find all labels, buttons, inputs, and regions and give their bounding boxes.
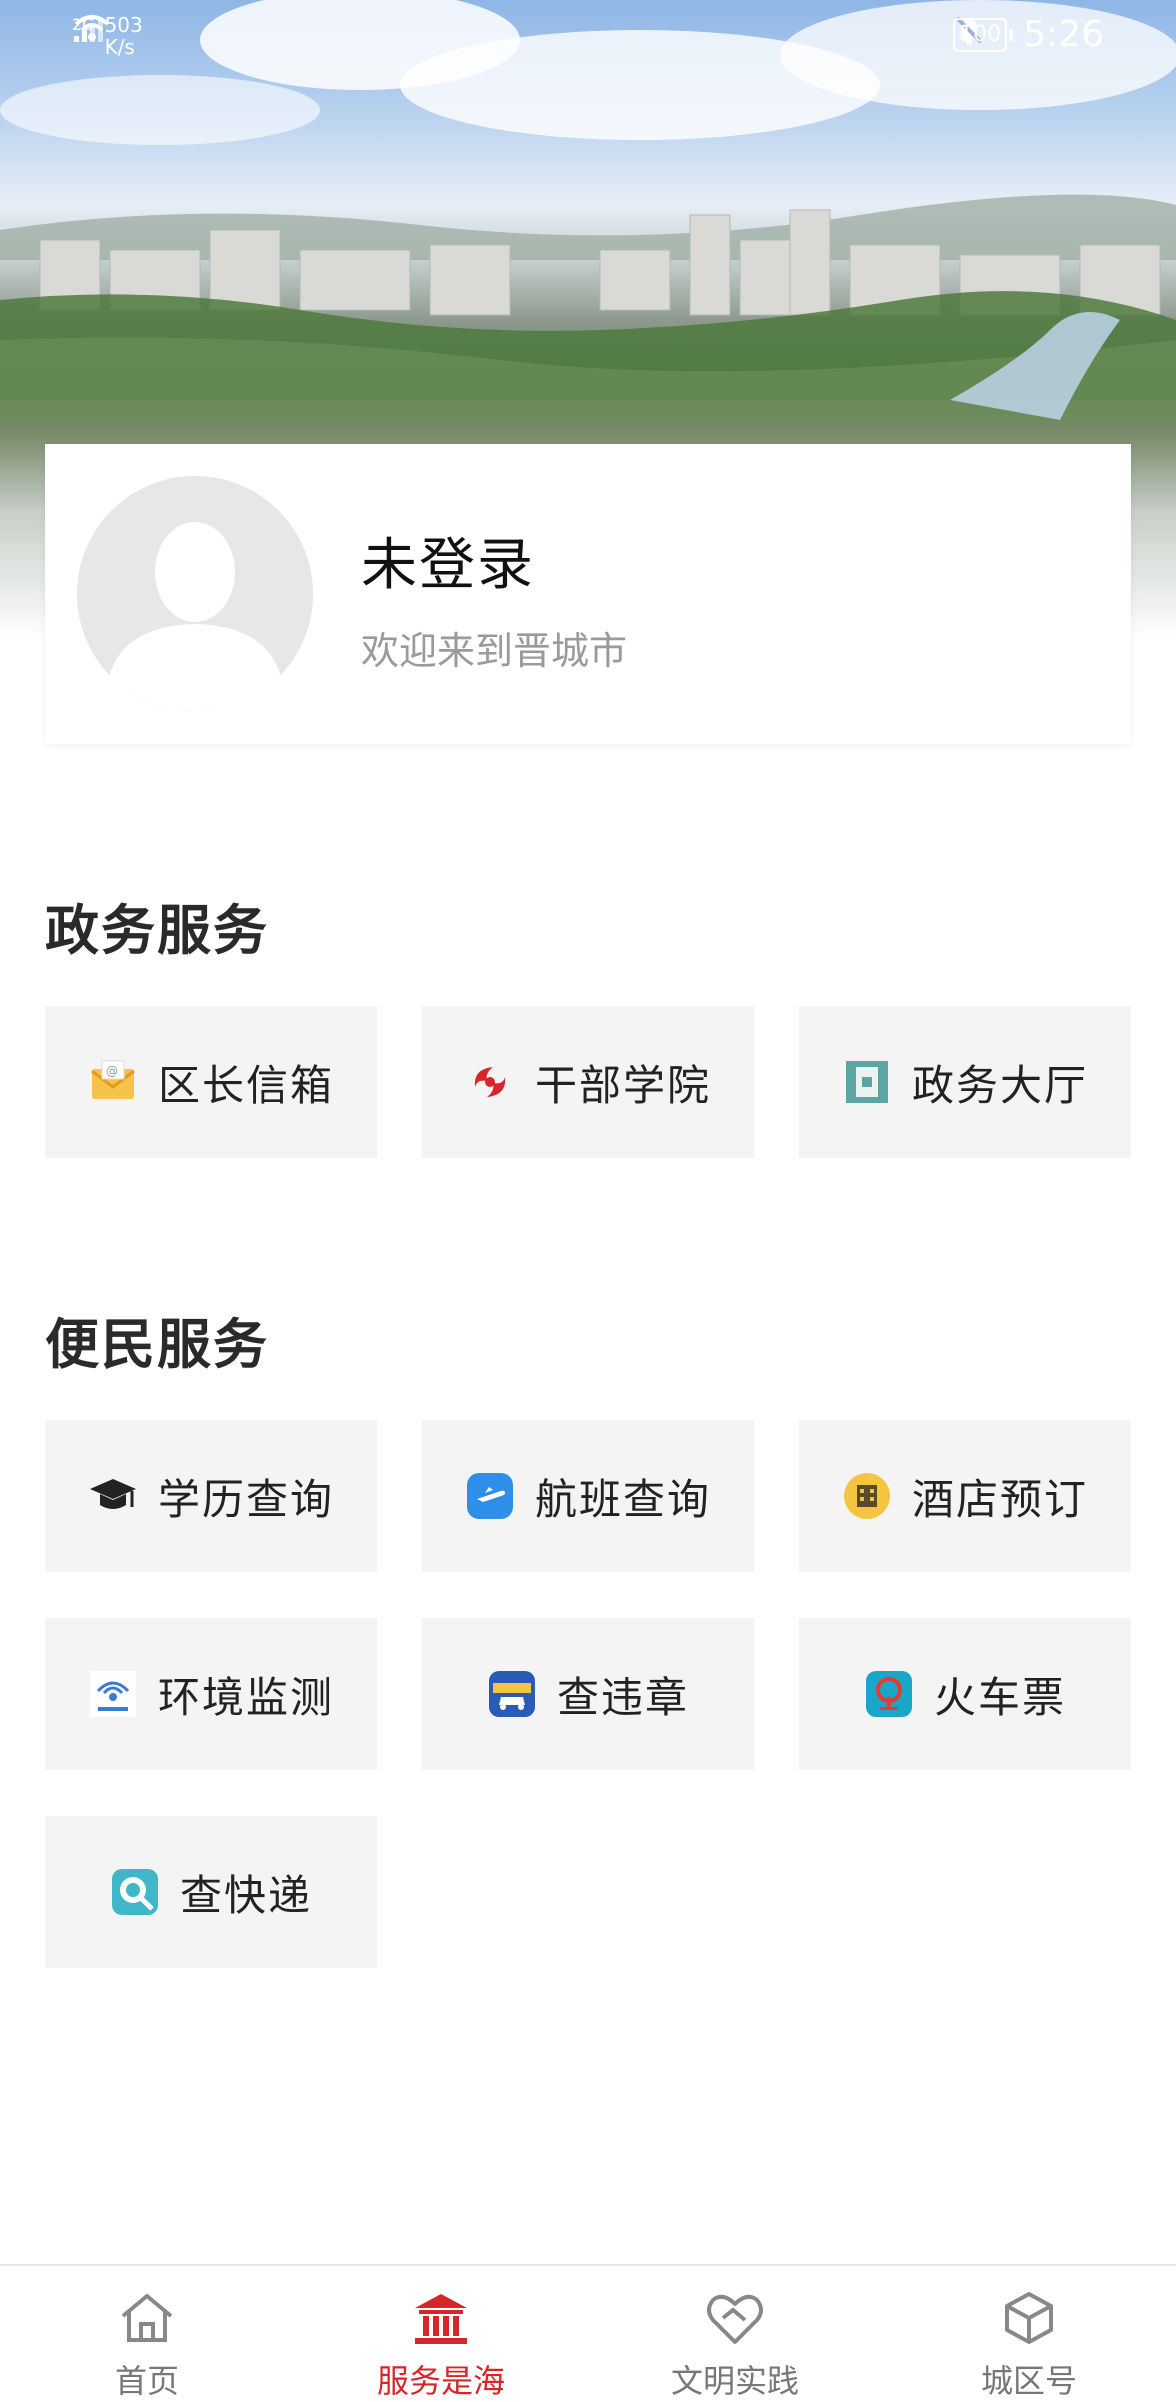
graduation-cap-icon <box>89 1479 136 1509</box>
tile-label: 火车票 <box>933 1672 1066 1722</box>
nav-item-civilization[interactable]: 文明实践 <box>588 2266 882 2402</box>
service-tile-traffic-violation[interactable]: 查违章 <box>422 1618 754 1770</box>
train-ticket-icon <box>865 1671 912 1717</box>
hotel-icon <box>843 1473 890 1519</box>
status-right: 100 5:26 <box>953 14 1104 55</box>
traffic-violation-icon <box>488 1671 535 1717</box>
service-tile-train-ticket[interactable]: 火车票 <box>799 1618 1131 1770</box>
tile-label: 干部学院 <box>534 1060 711 1110</box>
tile-label: 区长信箱 <box>157 1060 334 1110</box>
service-tile-academy[interactable]: 干部学院 <box>422 1006 754 1158</box>
service-tile-hotel[interactable]: 酒店预订 <box>799 1420 1131 1572</box>
gov-services-title: 政务服务 <box>45 899 269 962</box>
hall-icon <box>845 1061 888 1103</box>
tile-label: 查快递 <box>179 1870 312 1920</box>
handshake-heart-icon <box>707 2294 763 2344</box>
default-user-icon <box>77 476 313 712</box>
login-status-title[interactable]: 未登录 <box>361 520 535 601</box>
nav-label-district: 城区号 <box>980 2362 1077 2400</box>
service-tile-mailbox[interactable]: @ 区长信箱 <box>45 1006 377 1158</box>
service-tile-flight[interactable]: 航班查询 <box>422 1420 754 1572</box>
nav-item-home[interactable]: 首页 <box>0 2266 294 2402</box>
airplane-icon <box>466 1473 513 1519</box>
battery-indicator: 100 <box>953 17 1014 52</box>
nav-item-services[interactable]: 服务是海 <box>294 2266 588 2402</box>
service-tile-education[interactable]: 学历查询 <box>45 1420 377 1572</box>
wifi-icon <box>74 15 110 41</box>
tile-label: 酒店预订 <box>911 1474 1088 1524</box>
service-tile-gov-hall[interactable]: 政务大厅 <box>799 1006 1131 1158</box>
express-search-icon <box>111 1869 158 1915</box>
svg-text:@: @ <box>106 1064 120 1078</box>
nav-label-home: 首页 <box>114 2362 179 2400</box>
academy-logo-icon <box>474 1067 506 1097</box>
tile-label: 政务大厅 <box>911 1060 1088 1110</box>
cube-icon <box>1005 2292 1053 2344</box>
environment-monitor-icon <box>89 1671 136 1717</box>
tile-label: 环境监测 <box>157 1672 334 1722</box>
avatar[interactable] <box>77 476 313 712</box>
bottom-navigation: 首页 服务是海 文明实践 城区号 <box>0 2264 1176 2402</box>
service-tile-environment[interactable]: 环境监测 <box>45 1618 377 1770</box>
nav-item-district[interactable]: 城区号 <box>882 2266 1176 2402</box>
profile-card[interactable]: 未登录 欢迎来到晋城市 <box>45 444 1131 744</box>
service-tile-express[interactable]: 查快递 <box>45 1816 377 1968</box>
home-icon <box>121 2294 173 2342</box>
mail-icon: @ <box>91 1060 135 1099</box>
nav-label-services: 服务是海 <box>376 2362 505 2400</box>
service-hall-icon <box>415 2294 467 2344</box>
welcome-subtitle: 欢迎来到晋城市 <box>361 629 628 673</box>
tile-label: 航班查询 <box>534 1474 711 1524</box>
nav-label-civilization: 文明实践 <box>670 2362 799 2400</box>
status-left: 2G 503 K/s <box>72 14 143 58</box>
status-bar: 2G 503 K/s 100 5:26 <box>0 0 1176 74</box>
status-time: 5:26 <box>1023 14 1104 55</box>
tile-label: 查违章 <box>556 1672 689 1722</box>
tile-label: 学历查询 <box>157 1474 334 1524</box>
public-services-title: 便民服务 <box>45 1313 269 1376</box>
